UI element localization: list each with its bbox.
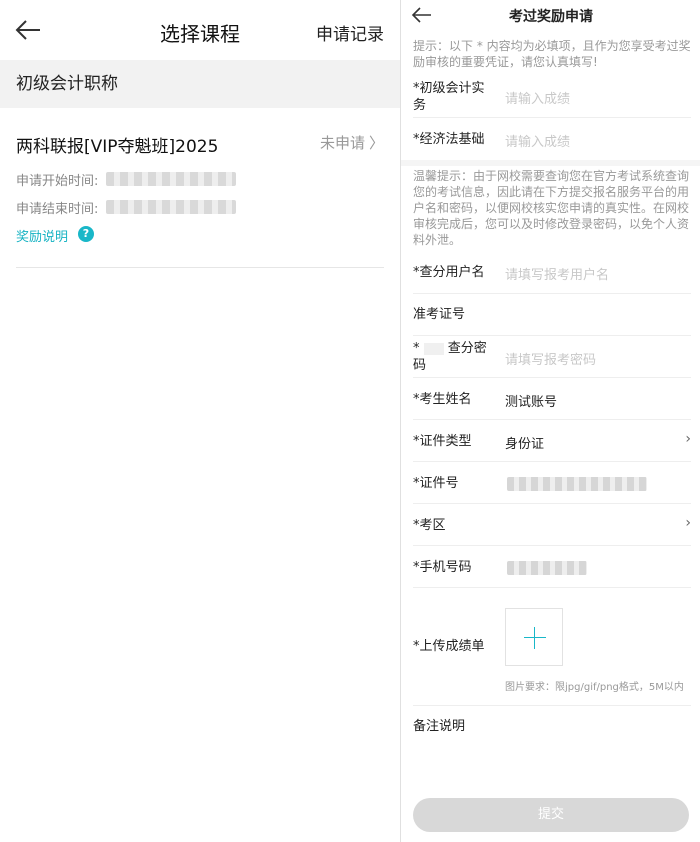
score-field-accounting[interactable]: *初级会计实务 请输入成绩 — [413, 76, 691, 118]
field-label: *查分用户名 — [413, 265, 485, 280]
course-name: 两科联报[VIP夺魁班]2025 — [16, 137, 219, 157]
account-privacy-hint: 温馨提示：由于网校需要查询您在官方考试系统查询您的考试信息，因此请在下方提交报名… — [413, 169, 690, 247]
chevron-right-icon[interactable]: › — [685, 431, 691, 447]
examinee-name-value[interactable]: 测试账号 — [505, 391, 557, 410]
field-label: *考区 — [413, 518, 446, 533]
id-number-field[interactable]: *证件号 — [413, 462, 691, 504]
chevron-right-icon: 〉 — [368, 134, 384, 152]
field-label: *经济法基础 — [413, 132, 485, 147]
apply-start-label: 申请开始时间: — [16, 174, 99, 189]
phone-field[interactable]: *手机号码 — [413, 546, 691, 588]
password-field[interactable]: * 查分密码 请填写报考密码 — [413, 336, 691, 378]
upload-scores-field: *上传成绩单 图片要求：限jpg/gif/png格式，5M以内 — [413, 588, 691, 706]
page-title: 考过奖励申请 — [509, 9, 593, 25]
status-text: 未申请 — [319, 134, 365, 152]
id-type-value[interactable]: 身份证 — [505, 433, 544, 452]
redacted-value — [507, 561, 587, 575]
field-label: 备注说明 — [413, 719, 466, 734]
examinee-name-field[interactable]: *考生姓名 测试账号 — [413, 378, 691, 420]
apply-start-time: 申请开始时间: — [16, 170, 236, 189]
required-mark: * — [413, 341, 420, 356]
field-label: *证件号 — [413, 476, 459, 491]
score-input-accounting[interactable]: 请输入成绩 — [505, 88, 570, 107]
course-select-screen: 选择课程 申请记录 初级会计职称 两科联报[VIP夺魁班]2025 未申请〉 申… — [0, 0, 400, 842]
course-select-header: 选择课程 申请记录 — [0, 0, 400, 60]
redacted-value — [507, 477, 647, 491]
score-field-economic-law[interactable]: *经济法基础 请输入成绩 — [413, 118, 691, 160]
upload-requirements-hint: 图片要求：限jpg/gif/png格式，5M以内 — [505, 682, 684, 693]
username-field[interactable]: *查分用户名 请填写报考用户名 — [413, 252, 691, 294]
apply-end-time: 申请结束时间: — [16, 198, 236, 217]
score-input-economic-law[interactable]: 请输入成绩 — [505, 131, 570, 150]
field-label: *证件类型 — [413, 434, 472, 449]
username-input[interactable]: 请填写报考用户名 — [505, 264, 609, 283]
field-label: *考生姓名 — [413, 392, 472, 407]
application-records-button[interactable]: 申请记录 — [316, 20, 384, 45]
redacted-value — [106, 200, 236, 214]
password-input[interactable]: 请填写报考密码 — [505, 349, 596, 368]
reward-application-header: 考过奖励申请 — [401, 0, 700, 30]
exam-region-field[interactable]: *考区 › — [413, 504, 691, 546]
field-label: 准考证号 — [413, 307, 466, 322]
redacted-value — [106, 172, 236, 186]
required-fields-hint: 提示：以下 * 内容均为必填项，且作为您享受考过奖励审核的重要凭证，请您认真填写… — [413, 39, 691, 69]
field-label: *上传成绩单 — [413, 639, 485, 654]
course-status[interactable]: 未申请〉 — [320, 132, 384, 153]
apply-end-label: 申请结束时间: — [16, 202, 99, 217]
id-type-field[interactable]: *证件类型 身份证 › — [413, 420, 691, 462]
plus-icon-vertical — [534, 627, 535, 649]
redacted-value — [423, 342, 444, 355]
reward-application-screen: 考过奖励申请 提示：以下 * 内容均为必填项，且作为您享受考过奖励审核的重要凭证… — [400, 0, 700, 842]
submit-button[interactable]: 提交 — [413, 798, 689, 832]
field-label: * 查分密码 — [413, 340, 493, 374]
reward-description-link[interactable]: 奖励说明 — [16, 226, 68, 245]
chevron-right-icon[interactable]: › — [685, 515, 691, 531]
section-divider — [401, 160, 700, 166]
admission-ticket-field[interactable]: 准考证号 — [413, 294, 691, 336]
help-icon[interactable]: ? — [78, 226, 94, 242]
plus-icon — [524, 637, 546, 638]
field-label: *手机号码 — [413, 560, 472, 575]
course-card[interactable]: 两科联报[VIP夺魁班]2025 未申请〉 申请开始时间: 申请结束时间: 奖励… — [16, 108, 384, 268]
upload-image-button[interactable] — [505, 608, 563, 666]
field-label: *初级会计实务 — [413, 81, 485, 113]
course-category-header: 初级会计职称 — [0, 60, 400, 108]
remark-field[interactable]: 备注说明 — [413, 706, 691, 786]
